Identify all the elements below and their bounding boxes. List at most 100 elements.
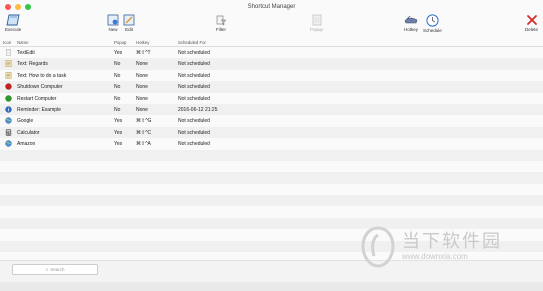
header-name[interactable]: Name: [17, 40, 28, 45]
table-row[interactable]: TextEdit Yes ⌘⇧^T Not scheduled: [0, 47, 543, 58]
watermark: 当下软件园 www.downxia.com: [360, 226, 530, 270]
row-popup: Yes: [114, 118, 123, 125]
globe-icon: [5, 117, 12, 124]
new-button[interactable]: New: [107, 14, 119, 32]
close-window-button[interactable]: [5, 4, 11, 10]
search-placeholder: Search: [50, 267, 65, 272]
table-row[interactable]: Shutdown Computer No None Not scheduled: [0, 81, 543, 93]
popup-label: Popup: [310, 27, 324, 32]
info-icon: [5, 106, 12, 113]
row-name: Reminder: Example: [17, 106, 61, 113]
row-name: Text: Regards: [17, 61, 48, 68]
popup-icon: [312, 14, 321, 26]
text-clipping-icon: [5, 60, 12, 68]
row-scheduled-for: Not scheduled: [178, 141, 210, 148]
text-clipping-icon: [5, 72, 12, 79]
empty-row: [0, 206, 543, 217]
row-popup: Yes: [114, 50, 123, 56]
row-scheduled-for: Not scheduled: [178, 129, 210, 136]
row-hotkey: None: [136, 72, 148, 79]
header-icon[interactable]: Icon: [3, 40, 11, 45]
clock-icon: [426, 14, 439, 27]
row-name: Google: [17, 118, 34, 125]
row-name: Calculator: [17, 129, 40, 136]
zoom-window-button[interactable]: [25, 4, 31, 10]
row-scheduled-for: Not scheduled: [178, 95, 210, 102]
title-bar: Shortcut Manager: [0, 0, 543, 14]
row-hotkey: None: [136, 84, 148, 91]
row-name: Restart Computer: [17, 95, 57, 102]
minimize-window-button[interactable]: [15, 4, 21, 10]
row-scheduled-for: Not scheduled: [178, 118, 210, 125]
search-icon: ⌕: [45, 266, 49, 273]
execute-icon: [6, 14, 20, 26]
table-row[interactable]: Text: How to do a task No None Not sched…: [0, 70, 543, 81]
execute-button[interactable]: Execute: [5, 14, 21, 32]
watermark-logo-icon: [361, 226, 395, 268]
new-document-icon: [107, 14, 119, 26]
toolbar: Execute New Edit Filter Popup Hotkey Sch…: [0, 14, 543, 38]
filter-label: Filter: [216, 27, 226, 32]
window-shadow: [0, 282, 543, 291]
edit-icon: [123, 14, 135, 26]
delete-x-icon: [526, 15, 537, 25]
schedule-label: Schedule: [423, 28, 442, 33]
row-hotkey: None: [136, 95, 148, 102]
row-name: TextEdit: [17, 50, 35, 56]
row-hotkey: None: [136, 61, 148, 68]
watermark-url: www.downxia.com: [402, 252, 468, 261]
empty-row: [0, 149, 543, 161]
popup-button[interactable]: Popup: [310, 14, 323, 32]
table-row[interactable]: Restart Computer No None Not scheduled: [0, 93, 543, 104]
edit-button[interactable]: Edit: [123, 14, 135, 32]
filter-icon: [216, 15, 227, 26]
header-popup[interactable]: Popup: [114, 40, 126, 45]
hotkey-label: Hotkey: [404, 27, 419, 32]
shutdown-icon: [5, 83, 12, 90]
edit-label: Edit: [125, 27, 133, 32]
table-row[interactable]: Amazon Yes ⌘⇧^A Not scheduled: [0, 138, 543, 149]
empty-row: [0, 184, 543, 195]
document-icon: [6, 49, 11, 56]
table-header: Icon Name Popup Hotkey Scheduled For: [0, 38, 543, 47]
restart-icon: [5, 94, 12, 102]
row-name: Text: How to do a task: [17, 72, 67, 79]
row-hotkey: ⌘⇧^A: [136, 141, 151, 148]
table-row[interactable]: Calculator Yes ⌘⇧^C Not scheduled: [0, 126, 543, 139]
delete-label: Delete: [525, 27, 539, 32]
row-hotkey: ⌘⇧^G: [136, 118, 152, 125]
row-scheduled-for: Not scheduled: [178, 61, 210, 68]
hotkey-icon: [404, 15, 418, 24]
row-hotkey: None: [136, 106, 148, 113]
row-popup: No: [114, 95, 121, 102]
search-field[interactable]: ⌕ Search: [12, 264, 98, 275]
table-row[interactable]: Google Yes ⌘⇧^G Not scheduled: [0, 115, 543, 126]
row-popup: No: [114, 106, 121, 113]
table-row[interactable]: Reminder: Example No None 2016-06-12 21:…: [0, 103, 543, 116]
app-window: Shortcut Manager Execute New Edit Filter…: [0, 0, 543, 282]
new-label: New: [108, 27, 118, 32]
empty-row: [0, 172, 543, 184]
delete-button[interactable]: Delete: [525, 14, 538, 32]
row-scheduled-for: Not scheduled: [178, 72, 210, 79]
table-row[interactable]: Text: Regards No None Not scheduled: [0, 58, 543, 70]
row-scheduled-for: Not scheduled: [178, 84, 210, 91]
calculator-icon: [5, 128, 12, 136]
schedule-button[interactable]: Schedule: [423, 14, 442, 33]
hotkey-button[interactable]: Hotkey: [404, 14, 418, 32]
execute-label: Execute: [5, 27, 22, 32]
row-popup: Yes: [114, 129, 123, 136]
row-popup: Yes: [114, 141, 123, 148]
row-popup: No: [114, 61, 121, 68]
row-name: Amazon: [17, 141, 36, 148]
header-hotkey[interactable]: Hotkey: [136, 40, 149, 45]
traffic-lights: [5, 4, 31, 10]
row-scheduled-for: Not scheduled: [178, 50, 210, 56]
row-popup: No: [114, 84, 121, 91]
watermark-text: 当下软件园: [402, 231, 502, 252]
window-title: Shortcut Manager: [247, 4, 296, 10]
row-hotkey: ⌘⇧^T: [136, 50, 151, 56]
row-name: Shutdown Computer: [17, 84, 63, 91]
filter-button[interactable]: Filter: [215, 14, 227, 32]
header-scheduled-for[interactable]: Scheduled For: [178, 40, 206, 45]
